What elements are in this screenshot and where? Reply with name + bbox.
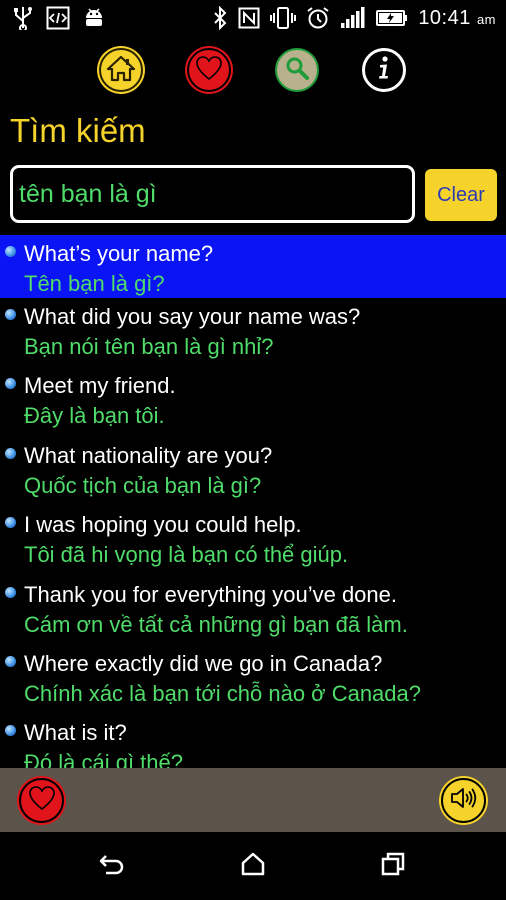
home-button[interactable] <box>99 48 143 92</box>
phrase-item[interactable]: I was hoping you could help. Tôi đã hi v… <box>0 506 506 575</box>
top-navigation <box>0 48 506 100</box>
add-favorite-button[interactable] <box>19 778 64 823</box>
phrase-vietnamese: Tên bạn là gì? <box>24 271 165 296</box>
phrase-english: Meet my friend. <box>24 373 176 399</box>
bullet-icon <box>5 447 16 459</box>
back-icon <box>98 852 126 881</box>
clear-button[interactable]: Clear <box>425 169 497 221</box>
search-button[interactable] <box>275 48 319 92</box>
phrase-english: What’s your name? <box>24 241 214 266</box>
home-outline-icon <box>240 852 266 881</box>
home-icon <box>106 54 136 87</box>
search-input[interactable] <box>19 179 412 209</box>
alarm-icon <box>306 6 330 30</box>
phrase-list[interactable]: What’s your name? Tên bạn là gì? What di… <box>0 235 506 768</box>
phrase-english: Thank you for everything you’ve done. <box>24 581 398 607</box>
bullet-icon <box>5 378 16 390</box>
clock: 10:41 am <box>418 6 496 29</box>
back-button[interactable] <box>98 852 126 880</box>
phrase-english: What nationality are you? <box>24 442 273 468</box>
phrase-english: What is it? <box>24 720 127 746</box>
search-icon <box>284 55 310 86</box>
signal-icon <box>340 6 366 30</box>
bullet-icon <box>5 246 16 257</box>
phrase-item[interactable]: Meet my friend. Đây là bạn tôi. <box>0 367 506 436</box>
phrase-vietnamese: Đó là cái gì thế? <box>24 750 183 768</box>
phrase-item[interactable]: What nationality are you? Quốc tịch của … <box>0 437 506 506</box>
bullet-icon <box>5 725 16 737</box>
play-audio-button[interactable] <box>441 778 486 823</box>
phrase-item[interactable]: Where exactly did we go in Canada? Chính… <box>0 645 506 714</box>
phrase-item[interactable]: What is it? Đó là cái gì thế? <box>0 714 506 768</box>
bluetooth-icon <box>212 6 228 30</box>
phrase-item[interactable]: What’s your name? Tên bạn là gì? <box>0 235 506 298</box>
phrase-vietnamese: Chính xác là bạn tới chỗ nào ở Canada? <box>24 680 421 706</box>
usb-icon <box>12 6 34 30</box>
phrase-vietnamese: Quốc tịch của bạn là gì? <box>24 472 262 498</box>
home-nav-button[interactable] <box>239 852 267 880</box>
phrase-english: What did you say your name was? <box>24 304 361 329</box>
page-title: Tìm kiếm <box>10 112 146 149</box>
info-icon <box>374 55 394 86</box>
phrase-vietnamese: Bạn nói tên bạn là gì nhỉ? <box>24 334 274 359</box>
phrase-vietnamese: Tôi đã hi vọng là bạn có thể giúp. <box>24 542 349 568</box>
recents-icon <box>380 852 406 881</box>
speaker-icon <box>449 785 479 816</box>
android-icon <box>82 6 106 30</box>
heart-icon <box>28 785 56 816</box>
system-navigation-bar <box>0 832 506 900</box>
bullet-icon <box>5 655 16 667</box>
heart-icon <box>195 55 223 86</box>
info-button[interactable] <box>362 48 406 92</box>
status-bar: 10:41 am <box>0 0 506 36</box>
battery-charging-icon <box>376 6 408 30</box>
recents-button[interactable] <box>379 852 407 880</box>
search-field[interactable] <box>10 165 415 223</box>
phrase-english: I was hoping you could help. <box>24 512 302 538</box>
bullet-icon <box>5 309 16 320</box>
phrase-english: Where exactly did we go in Canada? <box>24 650 383 676</box>
phrase-vietnamese: Đây là bạn tôi. <box>24 403 165 429</box>
code-icon <box>46 6 70 30</box>
bottom-toolbar <box>0 768 506 832</box>
vibrate-icon <box>270 6 297 30</box>
phrase-vietnamese: Cám ơn về tất cả những gì bạn đã làm. <box>24 611 408 637</box>
nfc-icon <box>238 6 260 30</box>
phrase-item[interactable]: Thank you for everything you’ve done. Cá… <box>0 576 506 645</box>
bullet-icon <box>5 586 16 598</box>
favorites-button[interactable] <box>187 48 231 92</box>
phrase-item[interactable]: What did you say your name was? Bạn nói … <box>0 298 506 367</box>
bullet-icon <box>5 517 16 529</box>
